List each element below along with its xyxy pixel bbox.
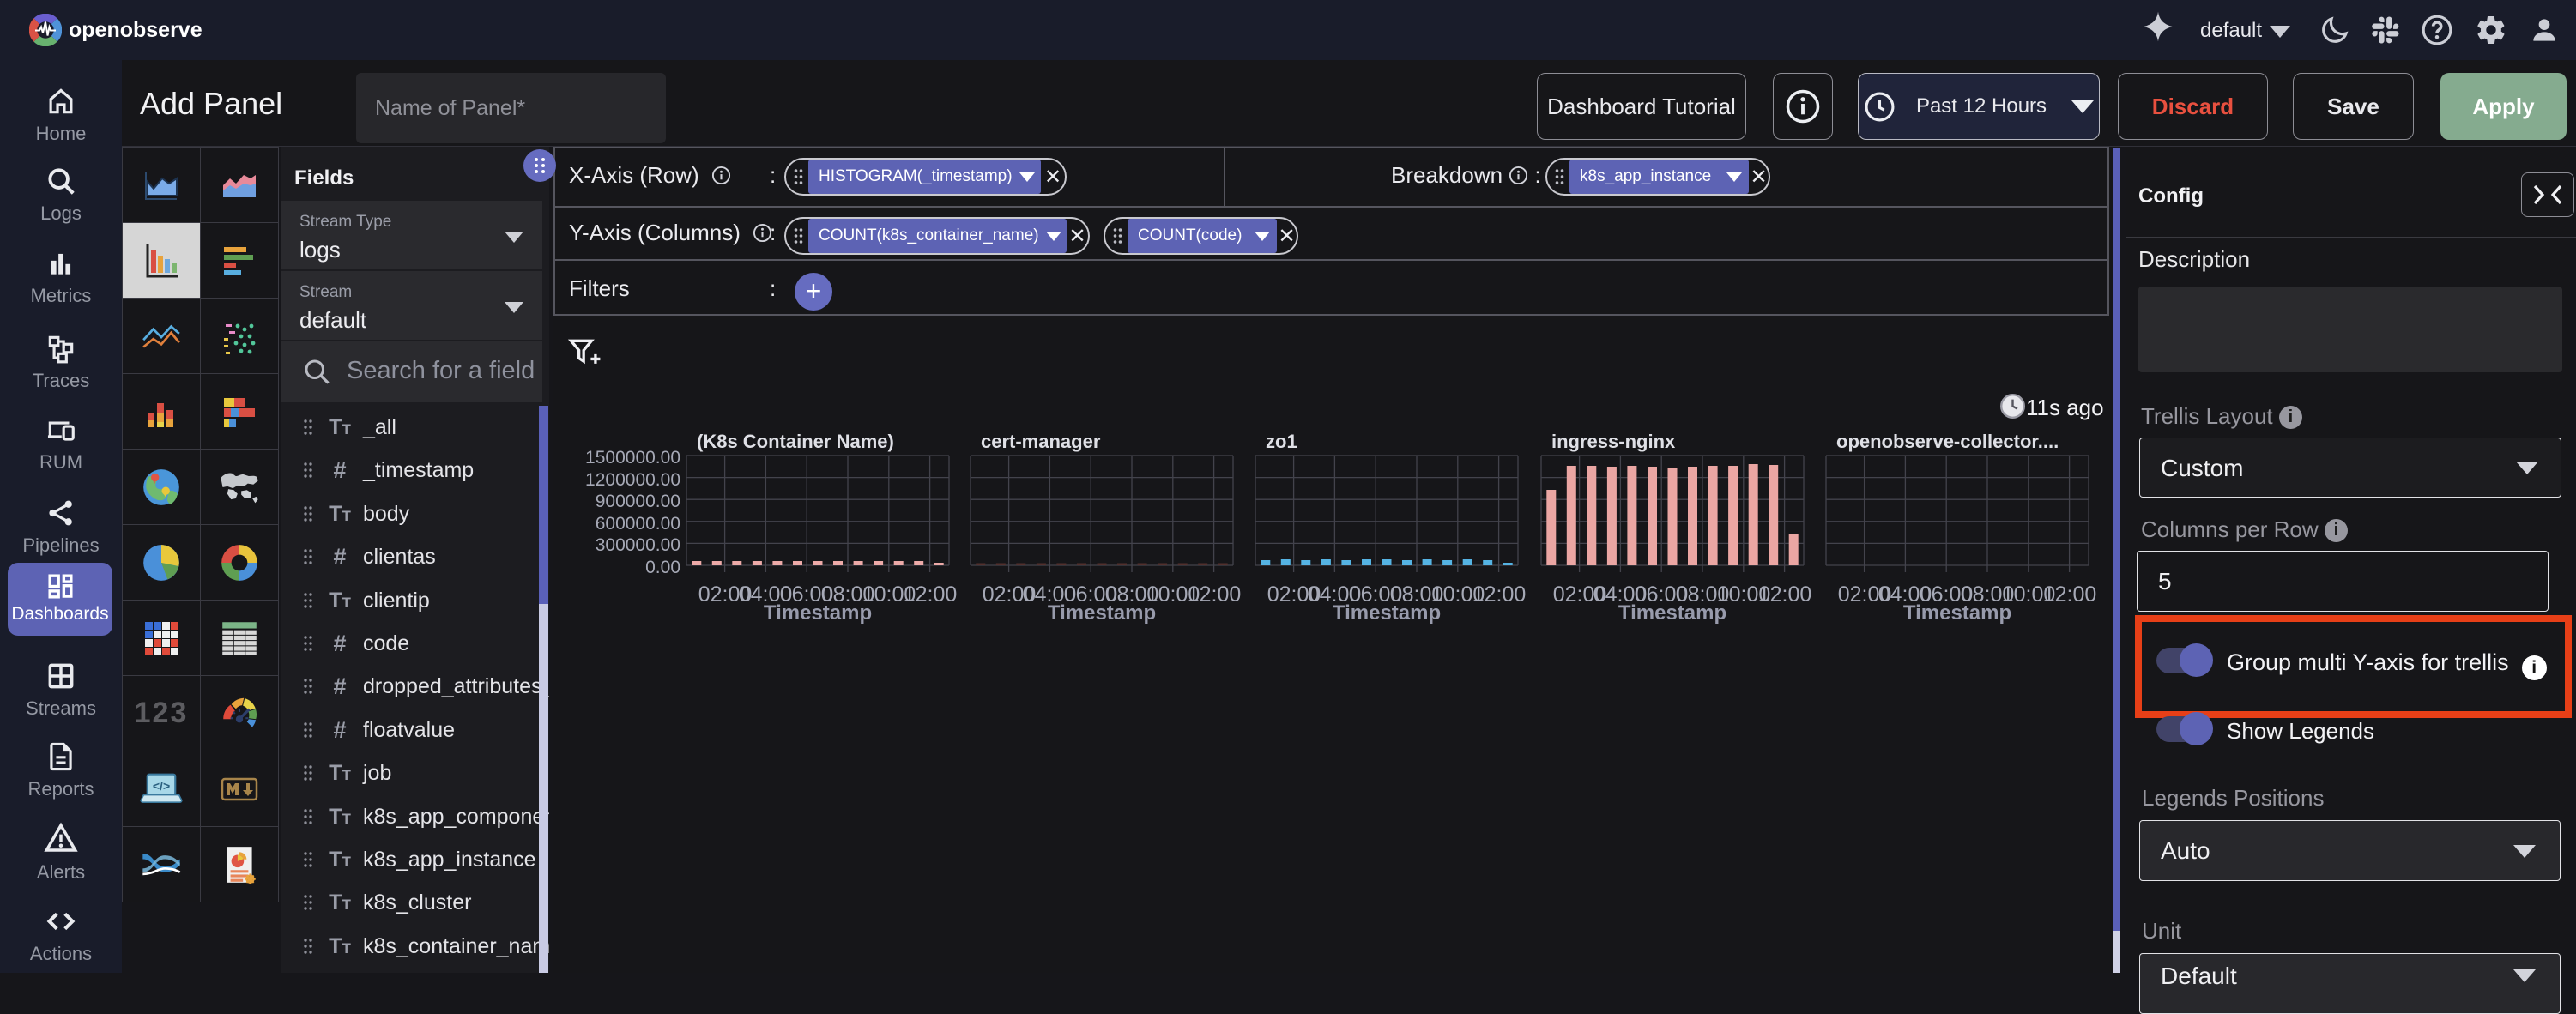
svg-text:900000.00: 900000.00 bbox=[596, 492, 680, 511]
svg-text:openobserve-collector....: openobserve-collector.... bbox=[1836, 431, 2059, 452]
svg-text:cert-manager: cert-manager bbox=[981, 431, 1101, 452]
svg-text:ingress-nginx: ingress-nginx bbox=[1551, 431, 1676, 452]
svg-text:12:00: 12:00 bbox=[2043, 582, 2097, 607]
svg-text:Timestamp: Timestamp bbox=[1903, 601, 2011, 625]
svg-text:zo1: zo1 bbox=[1266, 431, 1297, 452]
svg-text:Timestamp: Timestamp bbox=[1333, 601, 1441, 625]
svg-text:1500000.00: 1500000.00 bbox=[585, 448, 680, 468]
svg-text:</>: </> bbox=[153, 779, 170, 793]
svg-text:12:00: 12:00 bbox=[1188, 582, 1242, 607]
svg-text:12:00: 12:00 bbox=[904, 582, 958, 607]
svg-text:0.00: 0.00 bbox=[645, 558, 680, 577]
svg-text:1200000.00: 1200000.00 bbox=[585, 470, 680, 490]
svg-text:12:00: 12:00 bbox=[1758, 582, 1812, 607]
svg-text:Timestamp: Timestamp bbox=[1048, 601, 1156, 625]
svg-text:Timestamp: Timestamp bbox=[1618, 601, 1726, 625]
svg-text:12:00: 12:00 bbox=[1472, 582, 1527, 607]
svg-text:(K8s Container Name): (K8s Container Name) bbox=[697, 431, 894, 452]
svg-text:300000.00: 300000.00 bbox=[596, 535, 680, 555]
svg-text:600000.00: 600000.00 bbox=[596, 514, 680, 534]
svg-text:Timestamp: Timestamp bbox=[764, 601, 872, 625]
